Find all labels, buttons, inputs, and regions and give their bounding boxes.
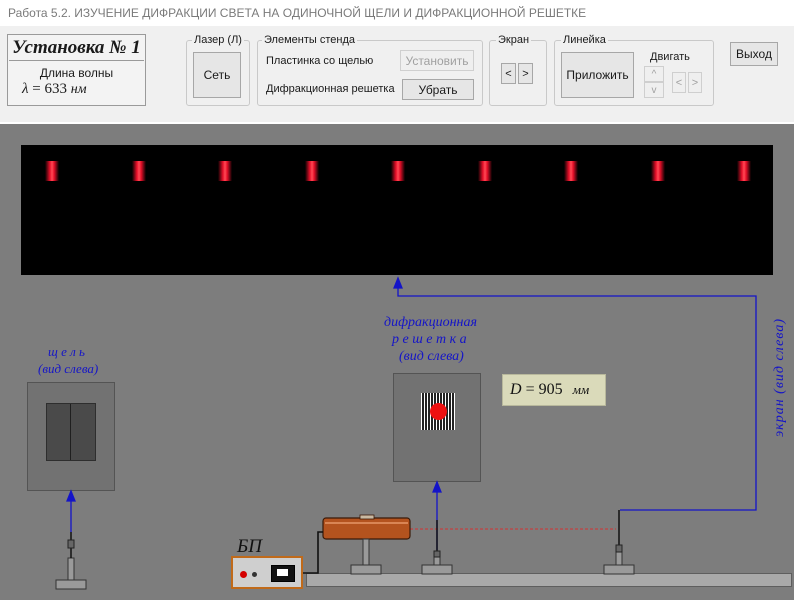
- laser-tube: [322, 517, 411, 540]
- screen-arrow-line: [397, 287, 757, 511]
- stage-graphics: [55, 276, 757, 590]
- slit-stand-post: [67, 557, 75, 581]
- slit-arrow-head: [66, 489, 76, 502]
- grating-arrow-head: [432, 480, 442, 493]
- screen-arrow-head: [393, 276, 403, 289]
- power-cable: [303, 531, 323, 574]
- laser-stand-post: [362, 538, 370, 566]
- screen-stand-base: [603, 564, 635, 575]
- grating-stand-base: [421, 564, 453, 575]
- laser-stand-base: [350, 564, 382, 575]
- slit-stand-base: [55, 579, 87, 590]
